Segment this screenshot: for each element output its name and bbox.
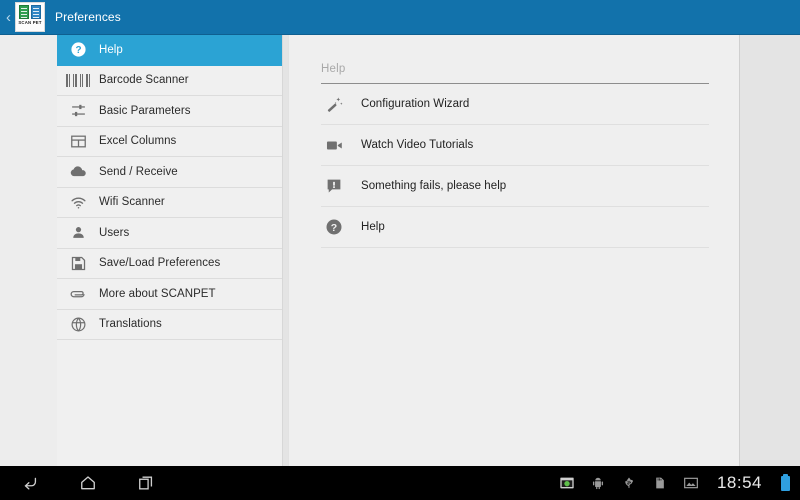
- app-icon-green-sheet: [19, 5, 29, 19]
- sidebar-item-label: Send / Receive: [99, 165, 178, 178]
- sidebar-item-save-load-preferences[interactable]: Save/Load Preferences: [57, 249, 282, 279]
- pref-row-help[interactable]: ? Help: [321, 207, 709, 248]
- sidebar-item-label: Barcode Scanner: [99, 74, 189, 87]
- sidebar-item-wifi-scanner[interactable]: Wifi Scanner: [57, 188, 282, 218]
- sidebar-item-label: Translations: [99, 318, 162, 331]
- globe-icon: [67, 313, 89, 335]
- video-camera-icon: [321, 132, 347, 158]
- magic-wand-icon: [321, 91, 347, 117]
- sidebar-item-label: Wifi Scanner: [99, 196, 165, 209]
- sidebar-item-translations[interactable]: Translations: [57, 310, 282, 340]
- table-grid-icon: [67, 130, 89, 152]
- main-content-area: ? Help Barcode Scanner Basic Parameters …: [0, 35, 800, 466]
- pref-row-watch-video-tutorials[interactable]: Watch Video Tutorials: [321, 125, 709, 166]
- usb-icon[interactable]: [620, 474, 638, 492]
- pref-row-label: Configuration Wizard: [361, 98, 470, 110]
- sidebar-item-label: Users: [99, 226, 130, 239]
- person-icon: [67, 222, 89, 244]
- back-icon[interactable]: [18, 471, 42, 495]
- page-title: Preferences: [55, 10, 121, 24]
- sidebar-item-label: Save/Load Preferences: [99, 257, 221, 270]
- barcode-icon: [66, 69, 90, 91]
- left-gutter: [0, 35, 57, 466]
- sidebar-item-help[interactable]: ? Help: [57, 35, 282, 66]
- android-robot-icon[interactable]: [589, 474, 607, 492]
- sidebar-item-users[interactable]: Users: [57, 218, 282, 249]
- app-icon-blue-sheet: [31, 5, 41, 19]
- home-icon[interactable]: [76, 471, 100, 495]
- sidebar-item-label: Basic Parameters: [99, 104, 191, 117]
- scanpet-notification-icon[interactable]: [558, 474, 576, 492]
- help-circle-icon: ?: [321, 214, 347, 240]
- preference-detail-card: Help Configuration Wizard Watch Video Tu…: [288, 35, 740, 466]
- pref-row-configuration-wizard[interactable]: Configuration Wizard: [321, 84, 709, 125]
- app-icon-label: SCAN PET: [18, 20, 42, 25]
- recent-apps-icon[interactable]: [134, 471, 158, 495]
- paperclip-icon: [67, 283, 89, 305]
- app-title-bar: ‹ SCAN PET Preferences: [0, 0, 800, 35]
- sidebar-item-more-about-scanpet[interactable]: More about SCANPET: [57, 279, 282, 310]
- sidebar-item-label: Excel Columns: [99, 135, 177, 148]
- svg-text:?: ?: [331, 222, 337, 234]
- sidebar-item-excel-columns[interactable]: Excel Columns: [57, 127, 282, 157]
- preferences-sidebar: ? Help Barcode Scanner Basic Parameters …: [57, 35, 283, 466]
- app-icon-sheets: [19, 5, 41, 19]
- floppy-disk-icon: [67, 252, 89, 274]
- nav-button-group: [0, 471, 158, 495]
- wifi-icon: [67, 191, 89, 213]
- preference-card-inner: Help Configuration Wizard Watch Video Tu…: [289, 35, 739, 248]
- pref-row-label: Something fails, please help: [361, 180, 507, 192]
- status-tray[interactable]: 18:54: [558, 473, 800, 493]
- sidebar-item-barcode-scanner[interactable]: Barcode Scanner: [57, 66, 282, 96]
- preference-category-header: Help: [321, 35, 709, 83]
- battery-full-icon[interactable]: [781, 473, 790, 491]
- cloud-icon: [67, 161, 89, 183]
- status-clock[interactable]: 18:54: [717, 473, 762, 493]
- sidebar-item-send-receive[interactable]: Send / Receive: [57, 157, 282, 188]
- sd-card-icon[interactable]: [651, 474, 669, 492]
- tablet-screen: ‹ SCAN PET Preferences ? Help Barcode Sc…: [0, 0, 800, 500]
- sidebar-item-basic-parameters[interactable]: Basic Parameters: [57, 96, 282, 127]
- svg-text:?: ?: [75, 45, 81, 56]
- category-title: Help: [321, 63, 346, 75]
- help-circle-icon: ?: [67, 39, 89, 61]
- sidebar-item-label: More about SCANPET: [99, 287, 216, 300]
- pref-row-label: Help: [361, 221, 385, 233]
- pref-row-something-fails[interactable]: Something fails, please help: [321, 166, 709, 207]
- screenshot-image-icon[interactable]: [682, 474, 700, 492]
- sliders-icon: [67, 100, 89, 122]
- app-icon[interactable]: SCAN PET: [15, 2, 45, 32]
- speech-bubble-alert-icon: [321, 173, 347, 199]
- pref-row-label: Watch Video Tutorials: [361, 139, 474, 151]
- system-navigation-bar: 18:54: [0, 466, 800, 500]
- sidebar-item-label: Help: [99, 43, 123, 56]
- up-navigation-caret-icon[interactable]: ‹: [3, 10, 14, 25]
